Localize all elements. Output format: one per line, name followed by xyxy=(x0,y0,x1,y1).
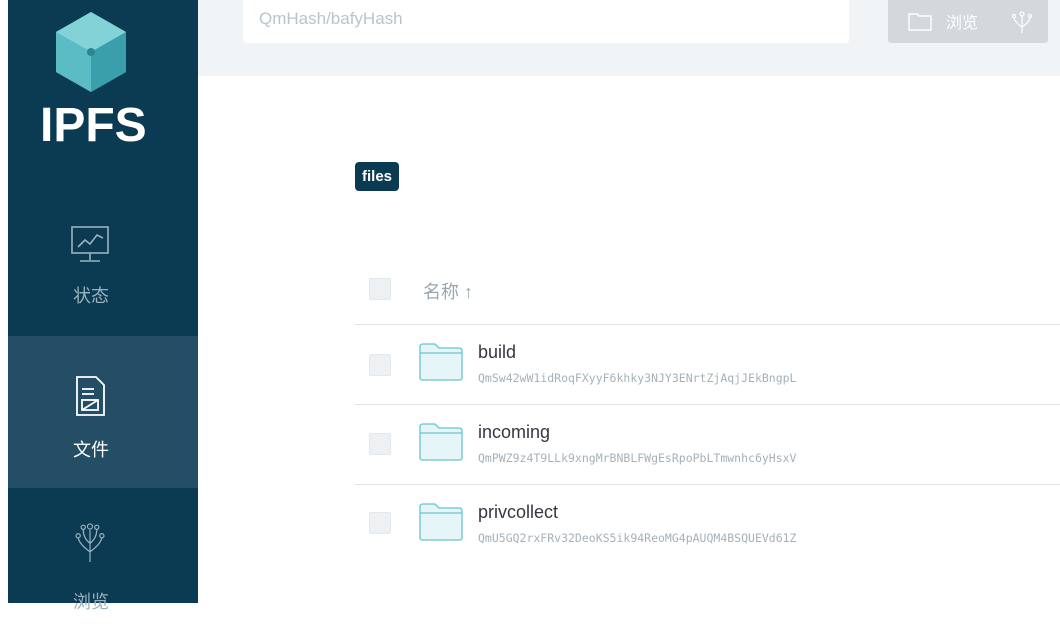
folder-icon xyxy=(419,423,463,461)
explore-tree-icon xyxy=(1011,11,1033,33)
sidebar-item-label: 浏览 xyxy=(73,592,109,612)
topbar: 浏览 xyxy=(198,0,1060,76)
folder-icon xyxy=(908,13,932,31)
column-header-name[interactable]: 名称 ↑ xyxy=(423,278,473,304)
table-row[interactable]: privcollect QmU5GQ2rxFRv32DeoKS5ik94ReoM… xyxy=(355,485,1060,564)
file-name[interactable]: build xyxy=(478,342,516,363)
sidebar-item-label: 文件 xyxy=(73,440,109,460)
file-name[interactable]: incoming xyxy=(478,422,550,443)
sidebar-item-label: 状态 xyxy=(73,286,109,306)
file-hash: QmU5GQ2rxFRv32DeoKS5ik94ReoMG4pAUQM4BSQU… xyxy=(478,531,797,545)
breadcrumb-root[interactable]: files xyxy=(355,162,400,191)
row-checkbox[interactable] xyxy=(369,512,391,534)
brand-title: IPFS xyxy=(40,99,147,152)
table-row[interactable]: incoming QmPWZ9z4T9LLk9xngMrBNBLFWgEsRpo… xyxy=(355,405,1060,485)
explore-tree-icon xyxy=(75,523,105,562)
table-header: 名称 ↑ xyxy=(355,268,1060,325)
search-box xyxy=(243,0,849,43)
sidebar-item-files[interactable]: 文件 xyxy=(8,336,198,488)
files-document-icon xyxy=(76,376,105,416)
row-checkbox[interactable] xyxy=(369,433,391,455)
row-checkbox[interactable] xyxy=(369,354,391,376)
status-monitor-icon xyxy=(71,226,109,262)
browse-button[interactable]: 浏览 xyxy=(888,0,1048,43)
select-all-checkbox[interactable] xyxy=(369,278,391,300)
file-name[interactable]: privcollect xyxy=(478,502,558,523)
sidebar-item-status[interactable]: 状态 xyxy=(8,184,198,336)
folder-icon xyxy=(419,503,463,541)
file-hash: QmPWZ9z4T9LLk9xngMrBNBLFWgEsRpoPbLTmwnhc… xyxy=(478,451,797,465)
ipfs-logo-icon xyxy=(56,12,126,92)
file-hash: QmSw42wW1idRoqFXyyF6khky3NJY3ENrtZjAqjJE… xyxy=(478,371,797,385)
browse-button-label: 浏览 xyxy=(946,15,979,32)
folder-icon xyxy=(419,343,463,381)
search-input[interactable] xyxy=(257,8,841,30)
table-row[interactable]: build QmSw42wW1idRoqFXyyF6khky3NJY3ENrtZ… xyxy=(355,325,1060,405)
sidebar-item-explore[interactable]: 浏览 xyxy=(8,488,198,640)
sidebar: IPFS 状态 文件 浏览 xyxy=(8,0,198,612)
